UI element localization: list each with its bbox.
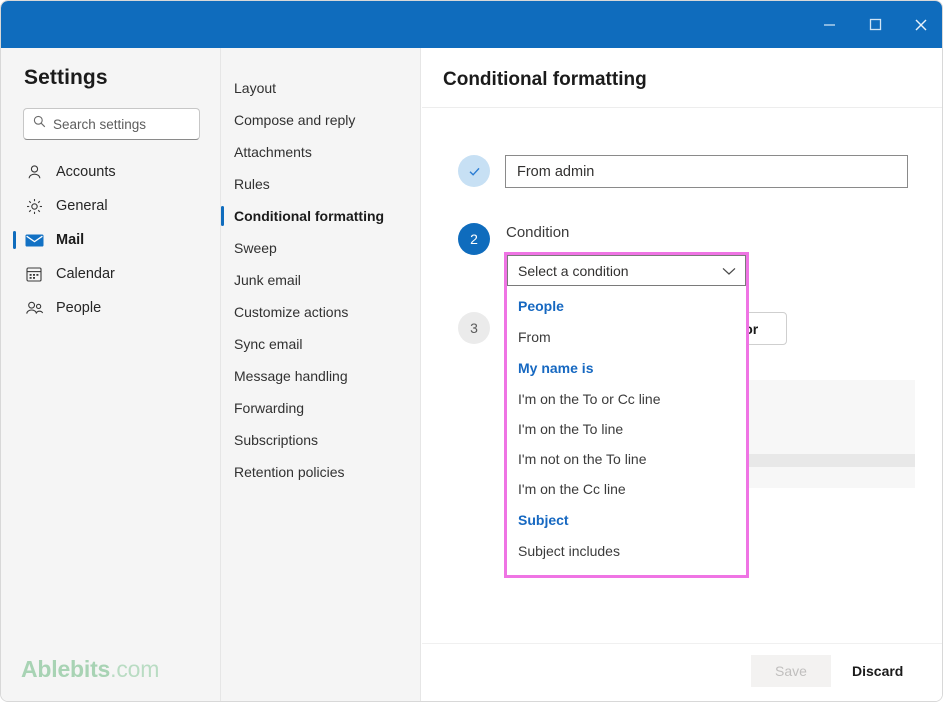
sidebar-item-label: General: [56, 198, 108, 214]
settings-window: Settings Search settings Accounts Genera…: [0, 0, 943, 702]
calendar-icon: [24, 264, 44, 284]
search-input[interactable]: Search settings: [23, 108, 200, 140]
sidebar-item-label: Mail: [56, 232, 85, 248]
person-icon: [24, 162, 44, 182]
sidebar-item-label: Accounts: [56, 164, 116, 180]
nav-item-label: Sweep: [234, 240, 277, 256]
nav-item-customize-actions[interactable]: Customize actions: [221, 296, 421, 328]
sidebar-item-people[interactable]: People: [1, 291, 221, 325]
sidebar-nav: Accounts General Mail Calendar People: [1, 155, 221, 325]
envelope-icon: [24, 230, 44, 250]
condition-label: Condition: [506, 224, 570, 241]
rule-name-input[interactable]: From admin: [505, 155, 908, 188]
chevron-down-icon: [722, 263, 736, 279]
nav-item-attachments[interactable]: Attachments: [221, 136, 421, 168]
step-1-check-icon: [458, 155, 490, 187]
dropdown-option-subject-includes[interactable]: Subject includes: [507, 536, 746, 566]
sidebar-item-label: Calendar: [56, 266, 115, 282]
condition-dropdown-list: People From My name is I'm on the To or …: [507, 286, 746, 575]
nav-item-retention-policies[interactable]: Retention policies: [221, 456, 421, 488]
nav-item-label: Attachments: [234, 144, 312, 160]
nav-item-rules[interactable]: Rules: [221, 168, 421, 200]
dropdown-group-my-name-is: My name is: [518, 360, 594, 376]
step-1-marker: [458, 155, 490, 187]
content-pane: Conditional formatting From admin 2 Cond…: [422, 48, 942, 701]
nav-item-junk-email[interactable]: Junk email: [221, 264, 421, 296]
discard-button[interactable]: Discard: [852, 655, 903, 687]
page-title: Conditional formatting: [443, 69, 647, 90]
sidebar: Settings Search settings Accounts Genera…: [1, 48, 221, 701]
step-3-number: 3: [458, 312, 490, 344]
people-icon: [24, 298, 44, 318]
dropdown-option-to-line[interactable]: I'm on the To line: [507, 414, 746, 444]
nav-item-compose-and-reply[interactable]: Compose and reply: [221, 104, 421, 136]
nav-item-conditional-formatting[interactable]: Conditional formatting: [221, 200, 421, 232]
nav-item-label: Rules: [234, 176, 270, 192]
condition-dropdown-value: Select a condition: [518, 262, 629, 279]
nav-item-label: Message handling: [234, 368, 348, 384]
step-2-marker: 2: [458, 223, 490, 255]
nav-item-subscriptions[interactable]: Subscriptions: [221, 424, 421, 456]
sidebar-item-mail[interactable]: Mail: [1, 223, 221, 257]
nav-item-label: Forwarding: [234, 400, 305, 416]
content-header: Conditional formatting: [422, 48, 942, 108]
dropdown-group-subject: Subject: [518, 512, 569, 528]
sidebar-item-calendar[interactable]: Calendar: [1, 257, 221, 291]
nav-item-label: Customize actions: [234, 304, 349, 320]
sidebar-item-label: People: [56, 300, 102, 316]
step-2-number: 2: [458, 223, 490, 255]
dropdown-option-from[interactable]: From: [507, 322, 746, 352]
nav-item-forwarding[interactable]: Forwarding: [221, 392, 421, 424]
nav-item-sync-email[interactable]: Sync email: [221, 328, 421, 360]
nav-item-sweep[interactable]: Sweep: [221, 232, 421, 264]
close-button[interactable]: [898, 1, 942, 48]
mail-settings-nav: Layout Compose and reply Attachments Rul…: [221, 48, 421, 701]
nav-item-label: Junk email: [234, 272, 301, 288]
condition-dropdown: Select a condition People From My name i…: [504, 252, 749, 578]
gear-icon: [24, 196, 44, 216]
nav-item-label: Sync email: [234, 336, 303, 352]
search-placeholder: Search settings: [53, 116, 147, 132]
save-button[interactable]: Save: [751, 655, 831, 687]
ablebits-watermark: Ablebits.com: [21, 656, 159, 683]
nav-item-message-handling[interactable]: Message handling: [221, 360, 421, 392]
dropdown-option-not-on-to-line[interactable]: I'm not on the To line: [507, 444, 746, 474]
nav-item-label: Subscriptions: [234, 432, 319, 448]
minimize-button[interactable]: [806, 1, 852, 48]
nav-item-label: Retention policies: [234, 464, 345, 480]
sidebar-item-accounts[interactable]: Accounts: [1, 155, 221, 189]
page-heading: Settings: [24, 66, 108, 89]
condition-dropdown-toggle[interactable]: Select a condition: [507, 255, 746, 286]
step-3-marker: 3: [458, 312, 490, 344]
nav-item-label: Conditional formatting: [234, 208, 385, 224]
maximize-button[interactable]: [852, 1, 898, 48]
nav-item-layout[interactable]: Layout: [221, 72, 421, 104]
title-bar: [1, 1, 942, 48]
dropdown-option-cc-line[interactable]: I'm on the Cc line: [507, 474, 746, 504]
watermark-brand: Ablebits: [21, 656, 111, 682]
nav-item-label: Compose and reply: [234, 112, 356, 128]
footer-actions: Save Discard: [422, 643, 942, 701]
search-icon: [33, 115, 46, 133]
sidebar-item-general[interactable]: General: [1, 189, 221, 223]
nav-item-label: Layout: [234, 80, 277, 96]
dropdown-option-to-or-cc-line[interactable]: I'm on the To or Cc line: [507, 384, 746, 414]
dropdown-group-people: People: [518, 298, 564, 314]
watermark-tld: .com: [110, 656, 160, 682]
